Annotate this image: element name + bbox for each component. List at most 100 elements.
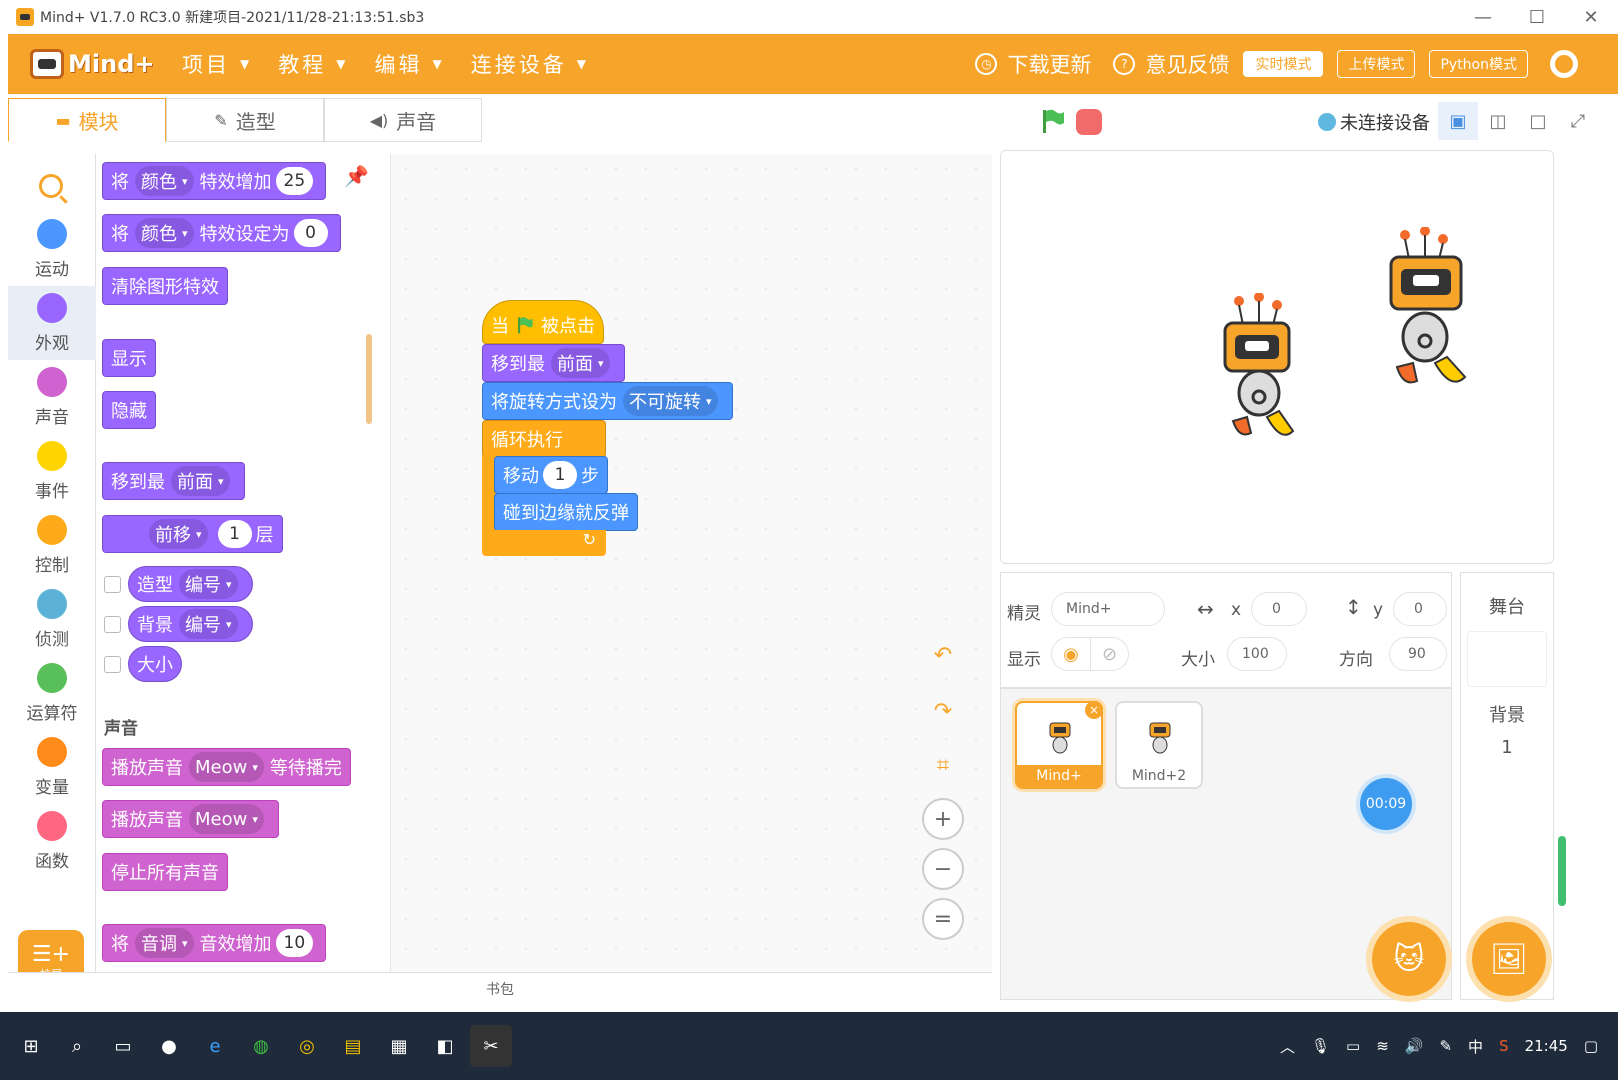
x-input[interactable]: 0 (1251, 592, 1307, 626)
stage-canvas[interactable] (1000, 150, 1554, 564)
undo-icon[interactable]: ↶ (922, 634, 964, 676)
ime-indicator[interactable]: 中 (1468, 1036, 1483, 1057)
backpack-bar[interactable]: 书包 (8, 972, 992, 1004)
close-button[interactable]: ✕ (1564, 0, 1618, 34)
fullscreen-icon[interactable]: ⤢ (1558, 102, 1598, 140)
edge-browser-icon[interactable]: e (194, 1025, 236, 1067)
category-sensing[interactable]: 侦测 (8, 582, 96, 656)
delete-sprite-icon[interactable]: × (1085, 701, 1103, 719)
block-size[interactable]: 大小 (128, 646, 182, 682)
settings-gear-icon[interactable] (1550, 50, 1578, 78)
layer-dropdown[interactable]: 前面 (551, 348, 610, 378)
tab-blocks[interactable]: ▬ 模块 (8, 98, 166, 142)
y-input[interactable]: 0 (1393, 592, 1447, 626)
task-view-icon[interactable]: ▭ (102, 1025, 144, 1067)
block-set-rotation-style[interactable]: 将旋转方式设为 不可旋转 (482, 382, 733, 420)
capcut-icon[interactable]: ✂ (470, 1025, 512, 1067)
block-when-flag-clicked[interactable]: 当 被点击 (482, 300, 604, 344)
pin-icon[interactable]: 📌 (344, 164, 369, 188)
effect-dropdown[interactable]: 颜色 (135, 218, 194, 248)
stage-thumbnail[interactable] (1467, 631, 1547, 687)
add-sprite-button[interactable]: 🐱 (1372, 922, 1446, 996)
pen-icon[interactable]: ✎ (1439, 1037, 1452, 1055)
category-variables[interactable]: 变量 (8, 730, 96, 804)
stop-button[interactable] (1076, 109, 1102, 135)
tab-costumes[interactable]: ✎ 造型 (166, 98, 324, 142)
rotation-style-dropdown[interactable]: 不可旋转 (623, 386, 718, 416)
backdrop-prop-dropdown[interactable]: 编号 (179, 609, 238, 639)
block-move-steps[interactable]: 移动 1 步 (494, 456, 608, 494)
sprite-name-input[interactable]: Mind+ (1051, 592, 1165, 626)
green-flag-button[interactable] (1040, 108, 1066, 134)
redo-icon[interactable]: ↷ (922, 690, 964, 732)
layer-dropdown[interactable]: 前面 (171, 466, 230, 496)
sound-effect-dropdown[interactable]: 音调 (135, 928, 194, 958)
block-stop-all-sounds[interactable]: 停止所有声音 (102, 853, 228, 891)
eye-off-icon[interactable]: ⊘ (1090, 638, 1128, 670)
file-explorer-icon[interactable]: ▤ (332, 1025, 374, 1067)
code-workspace[interactable] (390, 154, 992, 972)
category-operators[interactable]: 运算符 (8, 656, 96, 730)
sogou-icon[interactable]: S (1499, 1037, 1509, 1055)
category-sound[interactable]: 声音 (8, 360, 96, 434)
block-play-sound-until-done[interactable]: 播放声音Meow等待播完 (102, 748, 351, 786)
clean-up-icon[interactable]: ⌗ (922, 744, 964, 786)
notification-icon[interactable]: ▢ (1584, 1037, 1598, 1055)
clock[interactable]: 21:45 (1525, 1037, 1568, 1055)
block-costume-number[interactable]: 造型 编号 (128, 566, 253, 602)
block-play-sound[interactable]: 播放声音 Meow (102, 800, 279, 838)
app-icon-2[interactable]: ▦ (378, 1025, 420, 1067)
app-icon-1[interactable]: ● (148, 1025, 190, 1067)
palette-scrollbar[interactable] (366, 334, 372, 424)
category-looks[interactable]: 外观 (8, 286, 96, 360)
sprite-thumb-mindplus[interactable]: × Mind+ (1015, 701, 1103, 789)
sound-dropdown[interactable]: Meow (189, 752, 264, 782)
sprite-thumb-mindplus2[interactable]: Mind+2 (1115, 701, 1203, 789)
category-functions[interactable]: 函数 (8, 804, 96, 878)
upload-mode-button[interactable]: 上传模式 (1337, 50, 1416, 78)
volume-icon[interactable]: 🔊 (1405, 1037, 1424, 1055)
realtime-mode-button[interactable]: 实时模式 (1243, 51, 1324, 77)
block-change-sound-effect[interactable]: 将音调音效增加10 (102, 924, 327, 962)
python-mode-button[interactable]: Python模式 (1429, 50, 1528, 78)
tab-sounds[interactable]: ◀) 声音 (324, 98, 482, 142)
wifi-icon[interactable]: ≋ (1376, 1037, 1389, 1055)
zoom-out-icon[interactable]: − (922, 848, 964, 890)
search-icon[interactable] (39, 174, 63, 198)
block-set-effect[interactable]: 将颜色特效设定为0 (102, 214, 341, 252)
category-motion[interactable]: 运动 (8, 212, 96, 286)
layers-input[interactable]: 1 (217, 520, 252, 548)
block-backdrop-number[interactable]: 背景 编号 (128, 606, 253, 642)
menu-project[interactable]: 项目 ▼ (182, 49, 252, 79)
download-update-button[interactable]: ◷ 下载更新 (975, 49, 1091, 79)
effect-value-input[interactable]: 0 (293, 219, 328, 247)
microphone-icon[interactable]: 🎙 (1311, 1037, 1330, 1055)
menu-tutorial[interactable]: 教程 ▼ (278, 49, 348, 79)
zoom-reset-icon[interactable]: = (922, 898, 964, 940)
direction-dropdown[interactable]: 前移 (149, 519, 208, 549)
menu-edit[interactable]: 编辑 ▼ (374, 49, 444, 79)
feedback-button[interactable]: ? 意见反馈 (1113, 49, 1229, 79)
category-control[interactable]: 控制 (8, 508, 96, 582)
size-reporter-checkbox[interactable] (104, 656, 121, 673)
sound-effect-amount-input[interactable]: 10 (275, 929, 314, 957)
backdrop-reporter-checkbox[interactable] (104, 616, 121, 633)
block-change-effect[interactable]: 将颜色特效增加25 (102, 162, 327, 200)
windows-start-icon[interactable]: ⊞ (10, 1025, 52, 1067)
minimize-button[interactable]: — (1456, 0, 1510, 34)
maximize-button[interactable]: ☐ (1510, 0, 1564, 34)
search-icon[interactable]: ⌕ (56, 1025, 98, 1067)
category-events[interactable]: 事件 (8, 434, 96, 508)
block-go-to-front[interactable]: 移到最 前面 (482, 344, 625, 382)
layout-split-icon[interactable]: ◫ (1478, 102, 1518, 140)
block-go-to-layer[interactable]: 移到最 前面 (102, 462, 245, 500)
direction-input[interactable]: 90 (1389, 637, 1447, 671)
costume-reporter-checkbox[interactable] (104, 576, 121, 593)
battery-icon[interactable]: ▭ (1346, 1037, 1360, 1055)
block-show[interactable]: 显示 (102, 339, 156, 377)
block-go-layers[interactable]: 前移1层 (102, 515, 283, 553)
effect-dropdown[interactable]: 颜色 (135, 166, 194, 196)
app-icon-3[interactable]: ◧ (424, 1025, 466, 1067)
tray-arrow-icon[interactable]: ︿ (1280, 1036, 1295, 1057)
chrome-icon[interactable]: ◎ (286, 1025, 328, 1067)
